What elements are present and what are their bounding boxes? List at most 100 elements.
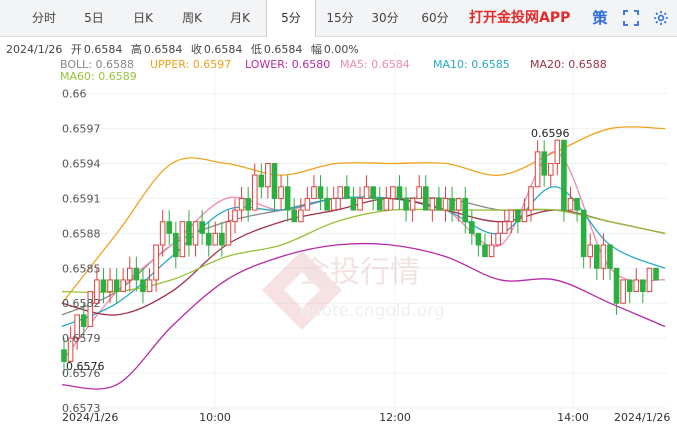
candle-body: [475, 232, 482, 246]
y-tick-label: 0.6579: [62, 332, 101, 345]
watermark-url: quote.cngold.org: [300, 301, 445, 321]
candle-body: [409, 197, 416, 211]
legend-item: MA60: 0.6589: [60, 70, 137, 83]
legend-item: UPPER: 0.6597: [150, 58, 231, 71]
tab-daily-k[interactable]: 日K: [121, 0, 165, 36]
candle-body: [403, 197, 409, 211]
candle-body: [212, 232, 219, 246]
settings-button[interactable]: [648, 0, 674, 36]
candle-body: [436, 197, 442, 211]
tab-weekly-k[interactable]: 周K: [170, 0, 214, 36]
candle-body: [330, 197, 337, 211]
candle-body: [120, 279, 127, 293]
candle-body: [515, 209, 521, 223]
candle-body: [508, 209, 515, 223]
candle-body: [298, 209, 304, 223]
fullscreen-icon: [623, 10, 639, 26]
y-tick-label: 0.6585: [62, 262, 101, 275]
candle-body: [469, 221, 475, 234]
candle-body: [541, 151, 547, 176]
candle-body: [284, 186, 291, 211]
candle-body: [271, 163, 278, 199]
candle-body: [225, 221, 232, 246]
candle-body: [442, 197, 449, 211]
candle-body: [126, 267, 133, 281]
candle-body: [370, 186, 376, 199]
y-tick-label: 0.6591: [62, 192, 101, 205]
tab-30min[interactable]: 30分: [363, 0, 407, 36]
candle-body: [449, 197, 455, 211]
candle-body: [561, 139, 567, 211]
candle-body: [653, 267, 659, 281]
kline-chart[interactable]: 金投行情 quote.cngold.org 0.65730.65760.6579…: [0, 52, 677, 424]
candle-body: [640, 279, 646, 293]
candle-body: [363, 186, 370, 199]
candle-body: [311, 186, 317, 199]
candle-body: [344, 186, 350, 199]
legend-item: MA20: 0.6588: [530, 58, 607, 71]
candle-body: [291, 209, 298, 223]
candle-body: [80, 314, 87, 328]
candle-body: [258, 174, 265, 188]
candle-body: [317, 186, 324, 199]
strategy-button[interactable]: 策: [588, 0, 612, 36]
candle-body: [580, 209, 587, 258]
x-axis: 2024/1/26 10:00 12:00 14:00 2024/1/26: [62, 411, 670, 424]
y-tick-label: 0.66: [62, 88, 87, 101]
candle-body: [488, 244, 495, 258]
candle-body: [528, 186, 534, 211]
candle-body: [179, 221, 186, 258]
candle-body: [192, 221, 199, 246]
candle-body: [100, 279, 107, 293]
candle-body: [495, 232, 501, 246]
candle-body: [107, 279, 113, 293]
candle-body: [173, 232, 179, 258]
tab-5day[interactable]: 5日: [72, 0, 116, 36]
tab-monthly-k[interactable]: 月K: [218, 0, 262, 36]
gear-icon: [654, 11, 668, 25]
candle-body: [607, 244, 613, 269]
candle-body: [140, 279, 146, 293]
tab-60min[interactable]: 60分: [413, 0, 457, 36]
candle-body: [238, 197, 245, 211]
candle-body: [455, 197, 462, 211]
candle-body: [146, 279, 153, 293]
legend-item: MA5: 0.6584: [340, 58, 410, 71]
candle-body: [600, 244, 607, 269]
y-tick-label: 0.6597: [62, 123, 101, 136]
candle-body: [633, 279, 640, 293]
fullscreen-button[interactable]: [618, 0, 644, 36]
candle-body: [304, 197, 311, 211]
candle-body: [376, 197, 383, 211]
candle-body: [324, 197, 330, 211]
candle-body: [265, 163, 271, 188]
candle-body: [390, 186, 396, 199]
tab-intraday[interactable]: 分时: [22, 0, 66, 36]
candle-body: [547, 163, 554, 176]
legend-item: LOWER: 0.6580: [245, 58, 330, 71]
tab-5min[interactable]: 5分: [266, 0, 316, 37]
candle-body: [462, 197, 469, 223]
candle-body: [396, 186, 403, 199]
candle-body: [620, 279, 626, 304]
legend-item: MA10: 0.6585: [433, 58, 510, 71]
candle-body: [416, 186, 422, 199]
candle-body: [594, 244, 600, 269]
open-app-link[interactable]: 打开金投网APP: [469, 0, 570, 36]
candle-body: [113, 279, 120, 293]
x-tick-label: 14:00: [557, 411, 589, 424]
tab-15min[interactable]: 15分: [318, 0, 362, 36]
chart-grid: [60, 52, 667, 409]
price-annotation: 0.6576: [66, 360, 105, 373]
y-tick-label: 0.6594: [62, 158, 101, 171]
candle-body: [501, 221, 508, 234]
candle-body: [232, 209, 238, 223]
candle-body: [153, 244, 159, 281]
candle-body: [357, 197, 363, 211]
x-tick-label: 10:00: [199, 411, 231, 424]
candle-body: [159, 221, 166, 246]
candle-body: [219, 232, 225, 246]
candle-body: [422, 186, 429, 211]
price-annotation: 0.6596: [531, 127, 570, 140]
watermark-text: 金投行情: [300, 255, 420, 290]
